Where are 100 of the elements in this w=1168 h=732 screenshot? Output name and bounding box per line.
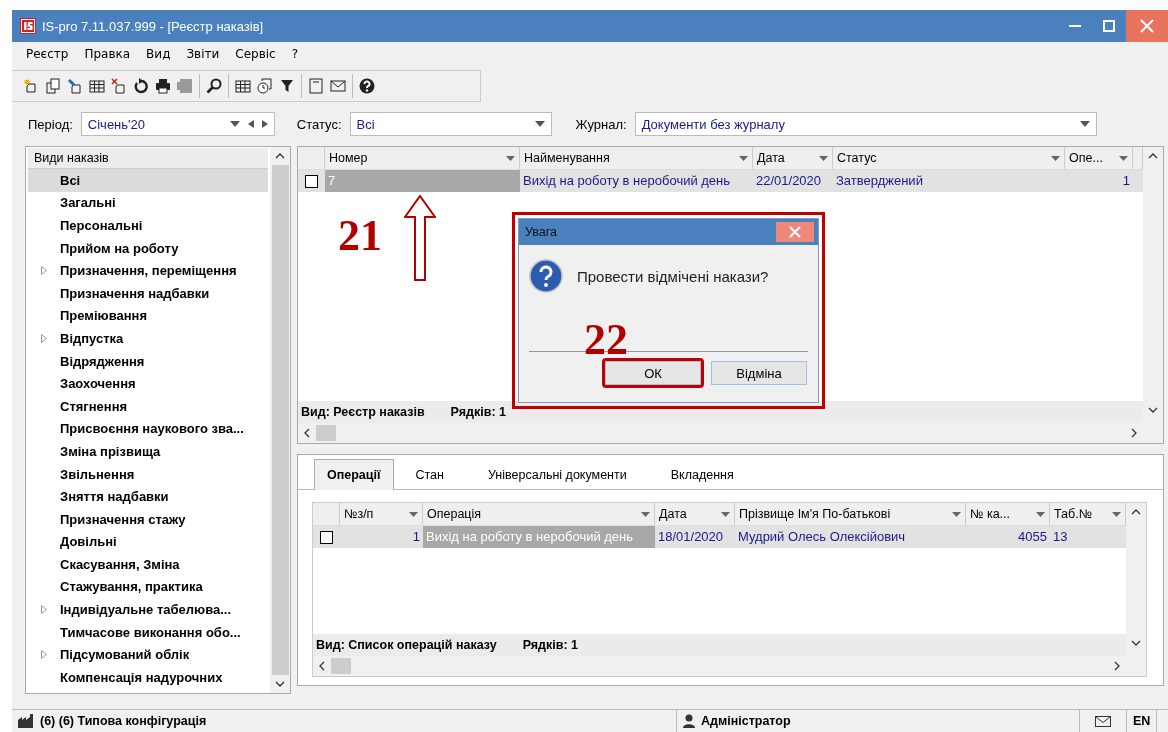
- column-header[interactable]: Номер: [325, 147, 520, 169]
- sidebar-item[interactable]: Скасування, Зміна: [28, 553, 268, 576]
- scroll-down-icon[interactable]: [1148, 407, 1158, 413]
- sidebar-item[interactable]: Стажування, практика: [28, 575, 268, 599]
- sort-caret-icon[interactable]: [1036, 511, 1045, 517]
- sidebar-item[interactable]: Індивідуальне табелюва...: [28, 598, 268, 621]
- sort-caret-icon[interactable]: [506, 155, 515, 161]
- scroll-right-icon[interactable]: [1131, 428, 1137, 438]
- scrollbar[interactable]: [313, 656, 1126, 676]
- sidebar-item[interactable]: Присвоєння наукового зва...: [28, 417, 268, 441]
- scrollbar[interactable]: [1143, 147, 1163, 443]
- sidebar-item[interactable]: Призначення, переміщення: [28, 259, 268, 282]
- row-checkbox[interactable]: [305, 174, 318, 188]
- column-header[interactable]: Дата: [655, 503, 735, 525]
- menu-item[interactable]: Реєстр: [18, 47, 77, 61]
- sidebar-item[interactable]: Зняття надбавки: [28, 485, 268, 508]
- print-icon[interactable]: [155, 78, 171, 94]
- sidebar-item[interactable]: Прийом на роботу: [28, 236, 268, 260]
- scroll-up-icon[interactable]: [1131, 509, 1141, 515]
- column-header[interactable]: Статус: [833, 147, 1065, 169]
- scroll-down-icon[interactable]: [275, 681, 285, 687]
- sort-caret-icon[interactable]: [952, 511, 961, 517]
- next-arrow-icon[interactable]: [261, 120, 268, 128]
- expand-triangle-icon[interactable]: [41, 333, 47, 343]
- scroll-down-icon[interactable]: [1131, 640, 1141, 646]
- mail-icon[interactable]: [330, 78, 346, 94]
- sidebar-item[interactable]: Преміювання: [28, 304, 268, 328]
- scroll-up-icon[interactable]: [1148, 153, 1158, 159]
- mail-icon[interactable]: [1095, 715, 1111, 727]
- sidebar-item[interactable]: Загальні: [28, 191, 268, 215]
- period-field[interactable]: Січень'20: [80, 112, 275, 136]
- sidebar-item[interactable]: Тимчасове виконання обо...: [28, 620, 268, 644]
- sidebar-item[interactable]: Призначення стажу: [28, 507, 268, 531]
- tab[interactable]: Вкладення: [648, 461, 756, 489]
- sidebar-item[interactable]: Відпустка: [28, 327, 268, 350]
- scrollbar[interactable]: [270, 147, 290, 693]
- dropdown-caret-icon[interactable]: [1079, 121, 1090, 127]
- delete-icon[interactable]: [111, 78, 127, 94]
- column-header[interactable]: №з/п: [340, 503, 423, 525]
- previous-arrow-icon[interactable]: [247, 120, 254, 128]
- sidebar-item[interactable]: Призначення надбавки: [28, 281, 268, 305]
- sort-caret-icon[interactable]: [641, 511, 650, 517]
- scroll-right-icon[interactable]: [1114, 661, 1120, 671]
- menu-item[interactable]: Сервіс: [227, 47, 284, 61]
- column-header[interactable]: Прізвище Ім'я По-батькові: [735, 503, 966, 525]
- tab[interactable]: Універсальні документи: [465, 461, 649, 489]
- sort-caret-icon[interactable]: [1051, 155, 1060, 161]
- sort-caret-icon[interactable]: [739, 155, 748, 161]
- menu-item[interactable]: Звіти: [178, 47, 228, 61]
- scroll-left-icon[interactable]: [319, 661, 325, 671]
- scrollbar[interactable]: [298, 423, 1143, 443]
- sidebar-item[interactable]: Зміна прізвища: [28, 440, 268, 463]
- combo-field[interactable]: Документи без журналу: [634, 112, 1097, 136]
- column-header[interactable]: Найменування: [520, 147, 753, 169]
- sort-caret-icon[interactable]: [1112, 511, 1121, 517]
- column-header[interactable]: № ка...: [966, 503, 1050, 525]
- scrollbar-thumb[interactable]: [331, 658, 351, 674]
- expand-triangle-icon[interactable]: [41, 266, 47, 276]
- column-header[interactable]: Операція: [423, 503, 655, 525]
- copy-icon[interactable]: [45, 78, 61, 94]
- sidebar-item[interactable]: Підсумований облік: [28, 643, 268, 667]
- tab[interactable]: Операції: [314, 459, 394, 490]
- maximize-icon[interactable]: [1103, 20, 1115, 32]
- sidebar-item[interactable]: Персональні: [28, 214, 268, 237]
- scrollbar-thumb[interactable]: [271, 165, 289, 675]
- row-checkbox[interactable]: [320, 530, 333, 544]
- help-icon[interactable]: [359, 78, 375, 94]
- tab[interactable]: Стан: [393, 461, 466, 489]
- dialog-button[interactable]: ОК: [605, 361, 701, 385]
- expand-triangle-icon[interactable]: [41, 605, 47, 615]
- scroll-left-icon[interactable]: [304, 428, 310, 438]
- grid-icon[interactable]: [235, 78, 251, 94]
- dropdown-caret-icon[interactable]: [229, 121, 240, 127]
- close-button[interactable]: [1126, 10, 1168, 42]
- language-indicator[interactable]: EN: [1127, 710, 1158, 732]
- sort-caret-icon[interactable]: [721, 511, 730, 517]
- column-header[interactable]: Опе...: [1065, 147, 1133, 169]
- refresh-icon[interactable]: [133, 78, 149, 94]
- sidebar-item[interactable]: Звільнення: [28, 462, 268, 486]
- menu-item[interactable]: Правка: [76, 47, 139, 61]
- dropdown-caret-icon[interactable]: [534, 121, 545, 127]
- clock-icon[interactable]: [257, 78, 273, 94]
- sort-caret-icon[interactable]: [409, 511, 418, 517]
- sidebar-item[interactable]: Довільні: [28, 530, 268, 554]
- menu-item[interactable]: Вид: [138, 47, 179, 61]
- search-icon[interactable]: [206, 78, 222, 94]
- scroll-up-icon[interactable]: [275, 153, 285, 159]
- combo-field[interactable]: Всі: [349, 112, 552, 136]
- sort-caret-icon[interactable]: [1119, 155, 1128, 161]
- expand-triangle-icon[interactable]: [41, 650, 47, 660]
- dialog-button[interactable]: Відміна: [711, 361, 807, 385]
- grid-icon[interactable]: [89, 78, 105, 94]
- doc-icon[interactable]: [308, 78, 324, 94]
- sidebar-item[interactable]: Всі: [28, 169, 268, 192]
- filter-icon[interactable]: [279, 78, 295, 94]
- sort-caret-icon[interactable]: [819, 155, 828, 161]
- column-header[interactable]: Дата: [753, 147, 833, 169]
- menu-item[interactable]: ?: [283, 47, 307, 61]
- close-icon[interactable]: [1140, 19, 1154, 33]
- new-icon[interactable]: [23, 78, 39, 94]
